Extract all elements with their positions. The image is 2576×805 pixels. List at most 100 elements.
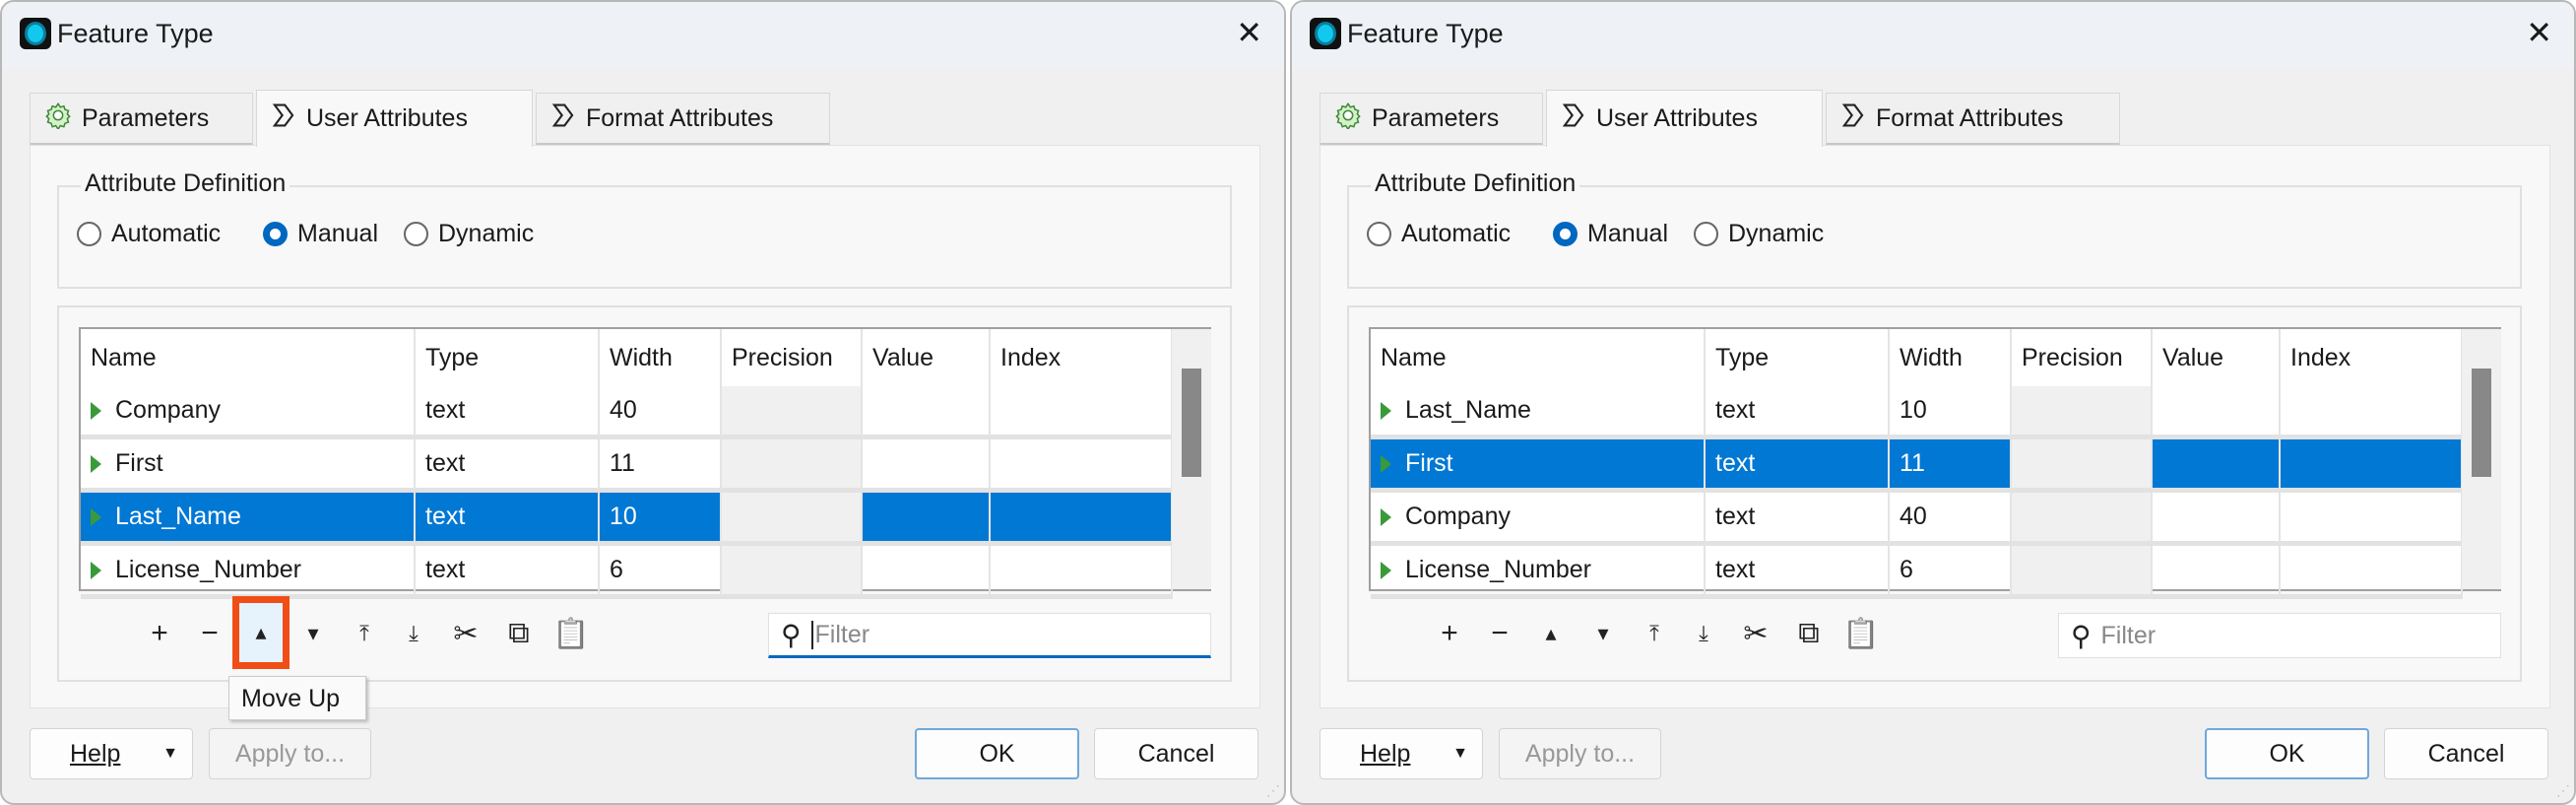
column-header[interactable]: Name (1371, 329, 1706, 386)
dropdown-arrow-icon[interactable]: ▼ (162, 745, 178, 763)
scrollbar-thumb[interactable] (1182, 369, 1201, 477)
paste-button[interactable]: 📋 (1839, 609, 1883, 658)
index-cell[interactable] (991, 546, 1173, 599)
width-cell[interactable]: 10 (600, 493, 722, 546)
value-cell[interactable] (863, 546, 991, 599)
name-cell[interactable]: License_Number (81, 546, 416, 599)
value-cell[interactable] (2153, 439, 2281, 493)
column-header[interactable]: Name (81, 329, 416, 386)
ok-button[interactable]: OK (2205, 728, 2369, 779)
name-cell[interactable]: Company (81, 386, 416, 439)
dropdown-arrow-icon[interactable]: ▼ (1452, 745, 1468, 763)
value-cell[interactable] (2153, 386, 2281, 439)
radio-automatic[interactable]: Automatic (1367, 220, 1511, 248)
index-cell[interactable] (991, 493, 1173, 546)
cancel-button[interactable]: Cancel (1094, 728, 1258, 779)
apply-to-button[interactable]: Apply to... (1499, 728, 1661, 779)
column-header[interactable]: Value (863, 329, 991, 386)
move-down-button[interactable]: ▾ (1581, 609, 1625, 658)
tab-parameters[interactable]: Parameters (1320, 93, 1543, 145)
expand-arrow-icon[interactable] (91, 507, 101, 526)
close-button[interactable]: ✕ (2526, 14, 2552, 51)
table-row[interactable]: First text 11 (1371, 439, 2463, 493)
column-header[interactable]: Precision (2012, 329, 2153, 386)
radio-indicator[interactable] (1694, 222, 1718, 246)
cut-button[interactable]: ✂ (444, 609, 487, 658)
move-to-top-button[interactable]: ⤒ (343, 609, 386, 658)
radio-manual[interactable]: Manual (263, 220, 378, 248)
index-cell[interactable] (2281, 546, 2463, 599)
type-cell[interactable]: text (416, 546, 600, 599)
tab-format-attributes[interactable]: Format Attributes (1826, 93, 2120, 145)
value-cell[interactable] (2153, 493, 2281, 546)
radio-indicator[interactable] (1553, 222, 1578, 246)
index-cell[interactable] (2281, 386, 2463, 439)
radio-indicator[interactable] (263, 222, 288, 246)
value-cell[interactable] (2153, 546, 2281, 599)
filter-input[interactable]: ⚲ Filter (2058, 613, 2501, 658)
column-header[interactable]: Type (1706, 329, 1890, 386)
name-cell[interactable]: License_Number (1371, 546, 1706, 599)
tab-user-attributes[interactable]: User Attributes (256, 90, 533, 147)
expand-arrow-icon[interactable] (91, 454, 101, 473)
expand-arrow-icon[interactable] (1381, 454, 1391, 473)
move-to-top-button[interactable]: ⤒ (1633, 609, 1676, 658)
table-row[interactable]: Last_Name text 10 (81, 493, 1173, 546)
radio-indicator[interactable] (1367, 222, 1391, 246)
expand-arrow-icon[interactable] (1381, 507, 1391, 526)
type-cell[interactable]: text (1706, 386, 1890, 439)
help-button[interactable]: Help ▼ (1320, 728, 1483, 779)
resize-grip-icon[interactable]: ⋰ (1266, 782, 1280, 799)
width-cell[interactable]: 40 (600, 386, 722, 439)
expand-arrow-icon[interactable] (1381, 561, 1391, 579)
filter-input[interactable]: ⚲ Filter (768, 613, 1211, 658)
column-header[interactable]: Index (2281, 329, 2463, 386)
width-cell[interactable]: 6 (600, 546, 722, 599)
radio-indicator[interactable] (77, 222, 101, 246)
column-header[interactable]: Index (991, 329, 1173, 386)
type-cell[interactable]: text (416, 493, 600, 546)
table-row[interactable]: Company text 40 (1371, 493, 2463, 546)
close-button[interactable]: ✕ (1236, 14, 1262, 51)
width-cell[interactable]: 6 (1890, 546, 2012, 599)
precision-cell[interactable] (722, 546, 863, 599)
type-cell[interactable]: text (1706, 546, 1890, 599)
help-button[interactable]: Help ▼ (30, 728, 193, 779)
type-cell[interactable]: text (416, 386, 600, 439)
copy-button[interactable]: ⧉ (1787, 609, 1831, 658)
move-to-bottom-button[interactable]: ⤓ (392, 609, 435, 658)
ok-button[interactable]: OK (915, 728, 1079, 779)
type-cell[interactable]: text (416, 439, 600, 493)
column-header[interactable]: Type (416, 329, 600, 386)
type-cell[interactable]: text (1706, 493, 1890, 546)
column-header[interactable]: Width (600, 329, 722, 386)
index-cell[interactable] (2281, 493, 2463, 546)
precision-cell[interactable] (722, 493, 863, 546)
radio-indicator[interactable] (404, 222, 428, 246)
tab-parameters[interactable]: Parameters (30, 93, 253, 145)
vertical-scrollbar[interactable] (1172, 329, 1211, 589)
name-cell[interactable]: Last_Name (1371, 386, 1706, 439)
table-row[interactable]: Company text 40 (81, 386, 1173, 439)
radio-dynamic[interactable]: Dynamic (1694, 220, 1824, 248)
index-cell[interactable] (991, 439, 1173, 493)
value-cell[interactable] (863, 439, 991, 493)
name-cell[interactable]: Company (1371, 493, 1706, 546)
add-button[interactable]: + (1428, 609, 1471, 658)
resize-grip-icon[interactable]: ⋰ (2556, 782, 2570, 799)
column-header[interactable]: Value (2153, 329, 2281, 386)
radio-dynamic[interactable]: Dynamic (404, 220, 534, 248)
value-cell[interactable] (863, 493, 991, 546)
vertical-scrollbar[interactable] (2462, 329, 2501, 589)
index-cell[interactable] (2281, 439, 2463, 493)
name-cell[interactable]: Last_Name (81, 493, 416, 546)
move-up-button[interactable]: ▴ (1529, 609, 1573, 658)
move-down-button[interactable]: ▾ (291, 609, 335, 658)
index-cell[interactable] (991, 386, 1173, 439)
radio-manual[interactable]: Manual (1553, 220, 1668, 248)
column-header[interactable]: Width (1890, 329, 2012, 386)
remove-button[interactable]: − (188, 609, 231, 658)
value-cell[interactable] (863, 386, 991, 439)
column-header[interactable]: Precision (722, 329, 863, 386)
cancel-button[interactable]: Cancel (2384, 728, 2548, 779)
